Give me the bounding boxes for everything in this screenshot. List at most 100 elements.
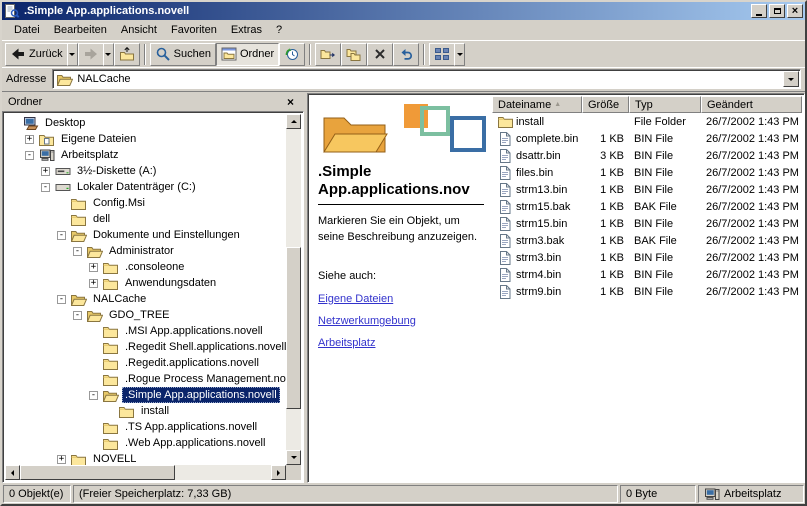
tree-item[interactable]: -Dokumente und Einstellungen bbox=[5, 227, 286, 243]
collapse-icon[interactable]: - bbox=[73, 247, 82, 256]
up-button[interactable] bbox=[114, 43, 140, 66]
search-button[interactable]: Suchen bbox=[150, 43, 216, 66]
tree-item[interactable]: +.consoleone bbox=[5, 259, 286, 275]
tree-item[interactable]: .TS App.applications.novell bbox=[5, 419, 286, 435]
forward-button[interactable] bbox=[78, 43, 104, 66]
file-icon bbox=[497, 199, 513, 215]
column-header[interactable]: Größe bbox=[582, 96, 629, 113]
menu-item[interactable]: Ansicht bbox=[114, 22, 164, 38]
file-row[interactable]: strm15.bak1 KBBAK File26/7/2002 1:43 PM bbox=[492, 198, 802, 215]
tree-item[interactable]: +Anwendungsdaten bbox=[5, 275, 286, 291]
move-to-button[interactable] bbox=[315, 43, 341, 66]
tree-item[interactable]: -Administrator bbox=[5, 243, 286, 259]
tree-item[interactable]: -Arbeitsplatz bbox=[5, 147, 286, 163]
file-type: BIN File bbox=[629, 252, 701, 264]
undo-button[interactable] bbox=[393, 43, 419, 66]
scroll-up-button[interactable] bbox=[286, 114, 301, 129]
webview-link[interactable]: Eigene Dateien bbox=[318, 293, 484, 305]
tree-horizontal-scrollbar[interactable] bbox=[5, 465, 286, 480]
menu-item[interactable]: Bearbeiten bbox=[47, 22, 114, 38]
file-icon bbox=[497, 233, 513, 249]
copy-to-icon bbox=[346, 46, 362, 62]
minimize-button[interactable] bbox=[751, 4, 767, 18]
collapse-icon[interactable]: - bbox=[57, 231, 66, 240]
tree-item[interactable]: .Web App.applications.novell bbox=[5, 435, 286, 451]
address-dropdown[interactable] bbox=[783, 71, 799, 87]
file-row[interactable]: files.bin1 KBBIN File26/7/2002 1:43 PM bbox=[492, 164, 802, 181]
maximize-button[interactable] bbox=[769, 4, 785, 18]
file-name: strm4.bin bbox=[516, 269, 561, 281]
file-type: File Folder bbox=[629, 116, 701, 128]
triangle-down-icon bbox=[291, 456, 297, 459]
scroll-left-button[interactable] bbox=[5, 465, 20, 480]
history-button[interactable] bbox=[279, 43, 305, 66]
menu-item[interactable]: Favoriten bbox=[164, 22, 224, 38]
tree-vertical-scrollbar[interactable] bbox=[286, 114, 301, 465]
tree-item[interactable]: .MSI App.applications.novell bbox=[5, 323, 286, 339]
folders-button[interactable]: Ordner bbox=[216, 43, 279, 66]
expand-icon[interactable]: + bbox=[89, 279, 98, 288]
back-button[interactable]: Zurück bbox=[5, 43, 68, 66]
scroll-right-button[interactable] bbox=[271, 465, 286, 480]
file-row[interactable]: strm3.bin1 KBBIN File26/7/2002 1:43 PM bbox=[492, 249, 802, 266]
views-button[interactable] bbox=[429, 43, 455, 66]
delete-button[interactable] bbox=[367, 43, 393, 66]
column-header[interactable]: Geändert bbox=[701, 96, 802, 113]
menu-item[interactable]: Datei bbox=[7, 22, 47, 38]
collapse-icon[interactable]: - bbox=[57, 295, 66, 304]
column-header[interactable]: Typ bbox=[629, 96, 701, 113]
webview-link[interactable]: Arbeitsplatz bbox=[318, 337, 484, 349]
scroll-down-button[interactable] bbox=[286, 450, 301, 465]
vertical-scrollbar-thumb[interactable] bbox=[286, 247, 301, 408]
address-combo[interactable]: NALCache bbox=[52, 69, 801, 89]
tree-item[interactable]: +3½-Diskette (A:) bbox=[5, 163, 286, 179]
expand-icon[interactable]: + bbox=[89, 263, 98, 272]
horizontal-scrollbar-thumb[interactable] bbox=[20, 465, 175, 480]
tree-item[interactable]: -GDO_TREE bbox=[5, 307, 286, 323]
tree-item[interactable]: .Regedit.applications.novell bbox=[5, 355, 286, 371]
file-row[interactable]: strm3.bak1 KBBAK File26/7/2002 1:43 PM bbox=[492, 232, 802, 249]
file-row[interactable]: dsattr.bin3 KBBIN File26/7/2002 1:43 PM bbox=[492, 147, 802, 164]
file-icon bbox=[497, 216, 513, 232]
tree-item[interactable]: -.Simple App.applications.novell bbox=[5, 387, 286, 403]
file-row[interactable]: strm15.bin1 KBBIN File26/7/2002 1:43 PM bbox=[492, 215, 802, 232]
file-row[interactable]: complete.bin1 KBBIN File26/7/2002 1:43 P… bbox=[492, 130, 802, 147]
tree-item[interactable]: +Eigene Dateien bbox=[5, 131, 286, 147]
tree-item[interactable]: Config.Msi bbox=[5, 195, 286, 211]
folder-icon bbox=[102, 275, 119, 291]
address-label: Adresse bbox=[6, 73, 46, 85]
file-row[interactable]: strm9.bin1 KBBIN File26/7/2002 1:43 PM bbox=[492, 283, 802, 300]
tree-item[interactable]: -NALCache bbox=[5, 291, 286, 307]
webview-link[interactable]: Netzwerkumgebung bbox=[318, 315, 484, 327]
status-bar: 0 Objekt(e) (Freier Speicherplatz: 7,33 … bbox=[2, 483, 805, 504]
expand-icon[interactable]: + bbox=[41, 167, 50, 176]
collapse-icon[interactable]: - bbox=[25, 151, 34, 160]
back-dropdown[interactable] bbox=[67, 43, 78, 66]
toolbar-separator bbox=[309, 44, 311, 65]
menu-item[interactable]: Extras bbox=[224, 22, 269, 38]
close-button[interactable]: × bbox=[787, 4, 803, 18]
collapse-icon[interactable]: - bbox=[89, 391, 98, 400]
tree-item[interactable]: install bbox=[5, 403, 286, 419]
tree-item[interactable]: Desktop bbox=[5, 115, 286, 131]
expand-icon[interactable]: + bbox=[25, 135, 34, 144]
tree-item[interactable]: .Rogue Process Management.novell bbox=[5, 371, 286, 387]
forward-dropdown[interactable] bbox=[103, 43, 114, 66]
folder-open-icon bbox=[70, 227, 87, 243]
triangle-left-icon bbox=[11, 470, 14, 476]
tree-item[interactable]: +NOVELL bbox=[5, 451, 286, 465]
copy-to-button[interactable] bbox=[341, 43, 367, 66]
tree-item[interactable]: dell bbox=[5, 211, 286, 227]
file-row[interactable]: strm4.bin1 KBBIN File26/7/2002 1:43 PM bbox=[492, 266, 802, 283]
file-row[interactable]: installFile Folder26/7/2002 1:43 PM bbox=[492, 113, 802, 130]
views-dropdown[interactable] bbox=[454, 43, 465, 66]
tree-item[interactable]: -Lokaler Datenträger (C:) bbox=[5, 179, 286, 195]
collapse-icon[interactable]: - bbox=[73, 311, 82, 320]
column-header[interactable]: Dateiname▲ bbox=[492, 96, 582, 113]
close-panel-button[interactable]: × bbox=[283, 95, 298, 109]
file-row[interactable]: strm13.bin1 KBBIN File26/7/2002 1:43 PM bbox=[492, 181, 802, 198]
menu-item[interactable]: ? bbox=[269, 22, 289, 38]
collapse-icon[interactable]: - bbox=[41, 183, 50, 192]
expand-icon[interactable]: + bbox=[57, 455, 66, 464]
tree-item[interactable]: .Regedit Shell.applications.novell bbox=[5, 339, 286, 355]
